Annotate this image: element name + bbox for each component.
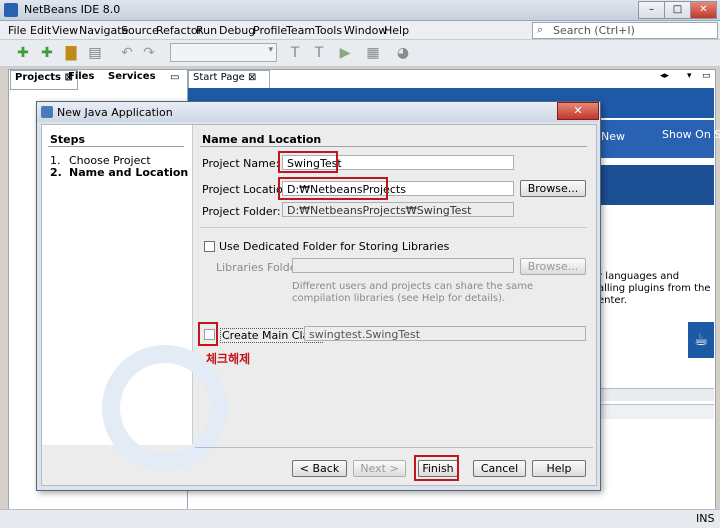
insert-mode: INS (696, 512, 715, 525)
tab-services[interactable]: Services (104, 70, 160, 88)
project-name-label: Project Name: (202, 157, 280, 170)
libraries-divider (200, 227, 587, 228)
steps-header: Steps (50, 133, 86, 146)
libraries-note-line1: Different users and projects can share t… (292, 281, 534, 292)
debug-icon[interactable]: ▦ (364, 44, 382, 62)
main-class-field[interactable]: swingtest.SwingTest (304, 326, 586, 341)
tab-projects-label: Projects (15, 72, 62, 83)
start-page-text-3: enter. (598, 295, 627, 306)
scroll-tabs-icon[interactable]: ◂▸ (660, 71, 669, 81)
menu-debug[interactable]: Debug (219, 24, 255, 37)
highlight-project-location (278, 177, 388, 200)
close-window-button[interactable]: ✕ (690, 1, 717, 19)
dialog-close-button[interactable]: ✕ (557, 102, 599, 120)
status-bar: INS (0, 509, 720, 528)
title-bar: NetBeans IDE 8.0 (0, 0, 720, 21)
tab-start-page-label: Start Page (193, 72, 245, 83)
project-folder-field: D:₩NetbeansProjects₩SwingTest (282, 202, 514, 217)
help-button[interactable]: Help (532, 460, 586, 477)
search-input[interactable]: ⌕ Search (Ctrl+I) (532, 22, 718, 39)
start-page-text-1: r languages and (598, 271, 680, 282)
menu-tools[interactable]: Tools (315, 24, 342, 37)
menu-edit[interactable]: Edit (30, 24, 51, 37)
menu-team[interactable]: Team (286, 24, 315, 37)
tab-list-icon[interactable]: ▾ (687, 71, 692, 81)
next-button[interactable]: Next > (353, 460, 406, 477)
java-icon: ☕ (688, 322, 714, 358)
button-divider (195, 447, 593, 448)
start-page-band (596, 165, 714, 205)
start-page-new-link[interactable]: New (601, 130, 625, 143)
dialog-title: New Java Application (57, 106, 173, 119)
window-title: NetBeans IDE 8.0 (24, 3, 121, 16)
build-hammer-icon[interactable]: T (286, 44, 304, 62)
project-folder-label: Project Folder: (202, 205, 281, 218)
output-pane-header (598, 404, 714, 419)
section-divider (200, 146, 587, 147)
section-title: Name and Location (202, 133, 322, 146)
maximize-editor-icon[interactable]: ▭ (702, 71, 711, 81)
browse-button[interactable]: Browse... (520, 180, 586, 197)
libraries-note-line2: compilation libraries (see Help for deta… (292, 293, 506, 304)
menu-window[interactable]: Window (344, 24, 387, 37)
open-project-icon[interactable]: ▇ (62, 44, 80, 62)
minimize-button[interactable]: – (638, 1, 665, 19)
chevron-down-icon: ▾ (268, 45, 273, 55)
libraries-folder-field (292, 258, 514, 273)
menu-run[interactable]: Run (196, 24, 217, 37)
step-2-number: 2. (50, 166, 62, 179)
menu-file[interactable]: File (8, 24, 26, 37)
tab-files[interactable]: Files (64, 70, 98, 88)
libraries-browse-button[interactable]: Browse... (520, 258, 586, 275)
show-on-startup[interactable]: Show On St (662, 128, 720, 141)
dedicated-folder-checkbox[interactable] (204, 241, 215, 252)
search-placeholder: Search (Ctrl+I) (553, 24, 635, 37)
maximize-button[interactable]: □ (664, 1, 691, 19)
minimize-panel-icon[interactable]: ▭ (170, 72, 179, 83)
start-page-text-2: alling plugins from the (598, 283, 711, 294)
undo-icon[interactable]: ↶ (118, 44, 136, 62)
clean-build-icon[interactable]: T (310, 44, 328, 62)
dialog-title-bar: New Java Application (37, 102, 598, 122)
close-icon[interactable]: ⊠ (248, 72, 256, 83)
menu-profile[interactable]: Profile (253, 24, 287, 37)
new-project-icon[interactable]: ✚ (38, 44, 56, 62)
highlight-finish (414, 455, 459, 481)
search-icon: ⌕ (537, 23, 544, 36)
step-2-label: Name and Location (69, 166, 189, 179)
redo-icon[interactable]: ↷ (140, 44, 158, 62)
menu-help[interactable]: Help (384, 24, 409, 37)
menu-view[interactable]: View (52, 24, 78, 37)
dedicated-folder-label: Use Dedicated Folder for Storing Librari… (219, 240, 450, 253)
steps-divider (48, 146, 184, 147)
netbeans-icon (4, 3, 18, 17)
cancel-button[interactable]: Cancel (473, 460, 526, 477)
profile-icon[interactable]: ◕ (394, 44, 412, 62)
highlight-project-name (278, 151, 338, 173)
tab-start-page[interactable]: Start Page ⊠ (188, 70, 270, 90)
highlight-create-main-checkbox (198, 322, 218, 346)
toolbar (0, 40, 720, 67)
run-icon[interactable]: ▶ (336, 44, 354, 62)
configuration-combo[interactable]: ▾ (170, 43, 277, 62)
uncheck-annotation: 체크해제 (206, 352, 251, 366)
back-button[interactable]: < Back (292, 460, 347, 477)
menu-source[interactable]: Source (121, 24, 159, 37)
new-file-icon[interactable]: ✚ (14, 44, 32, 62)
horizontal-scrollbar[interactable] (598, 388, 714, 401)
save-all-icon[interactable]: ▤ (86, 44, 104, 62)
dialog-icon (41, 106, 53, 118)
